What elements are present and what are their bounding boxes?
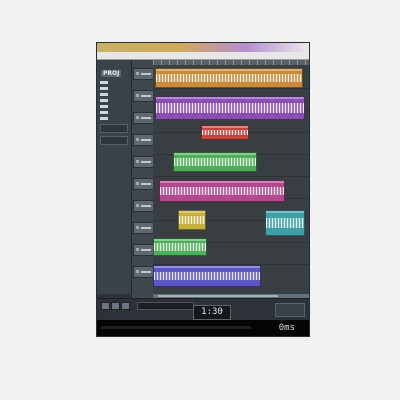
row-swatch: [100, 92, 108, 96]
inspector-panel: PROJ: [97, 60, 132, 294]
inspector-slot[interactable]: [100, 124, 128, 133]
inspector-list: [100, 79, 128, 121]
waveform: [156, 103, 304, 113]
status-text: 0ms: [278, 323, 295, 333]
clip-header: [156, 69, 302, 71]
track-header[interactable]: [133, 134, 154, 146]
status-progress: [101, 326, 251, 329]
track-header[interactable]: [133, 178, 154, 190]
track-volume[interactable]: [141, 271, 151, 273]
play-button[interactable]: [111, 302, 120, 310]
daw-window: PROJ 1:30 0ms: [96, 42, 310, 337]
record-icon[interactable]: [136, 204, 139, 207]
track-volume[interactable]: [141, 73, 151, 75]
lane-divider: [153, 88, 309, 89]
audio-clip[interactable]: [265, 210, 305, 236]
track-header[interactable]: [133, 222, 154, 234]
record-icon[interactable]: [136, 270, 139, 273]
waveform: [154, 243, 206, 251]
record-icon[interactable]: [136, 226, 139, 229]
audio-clip[interactable]: [155, 68, 303, 88]
clip-header: [174, 153, 256, 155]
track-header[interactable]: [133, 244, 154, 256]
audio-clip[interactable]: [173, 152, 257, 172]
timecode-display: 1:30: [193, 305, 231, 320]
transport-bar: 1:30: [97, 298, 309, 321]
record-icon[interactable]: [136, 94, 139, 97]
inspector-slot[interactable]: [100, 136, 128, 145]
rewind-button[interactable]: [101, 302, 110, 310]
menu-bar: [97, 52, 309, 67]
clip-header: [179, 211, 205, 213]
clip-header: [154, 239, 206, 241]
row-swatch: [100, 98, 108, 102]
waveform: [160, 186, 284, 196]
inspector-header: PROJ: [101, 70, 122, 77]
tempo-display[interactable]: [275, 303, 305, 317]
waveform: [154, 271, 260, 281]
track-list: [132, 60, 154, 294]
record-icon[interactable]: [136, 138, 139, 141]
waveform: [266, 217, 304, 229]
status-bar: 0ms: [97, 320, 309, 336]
scrollbar-thumb[interactable]: [158, 295, 278, 297]
inspector-row[interactable]: [100, 115, 128, 121]
waveform: [174, 158, 256, 166]
record-icon[interactable]: [136, 72, 139, 75]
track-header[interactable]: [133, 266, 154, 278]
audio-clip[interactable]: [153, 265, 261, 287]
clip-header: [266, 211, 304, 213]
lane-divider: [153, 176, 309, 177]
track-volume[interactable]: [141, 183, 151, 185]
row-swatch: [100, 116, 108, 120]
track-volume[interactable]: [141, 205, 151, 207]
clip-header: [156, 97, 304, 99]
track-volume[interactable]: [141, 249, 151, 251]
track-volume[interactable]: [141, 95, 151, 97]
audio-clip[interactable]: [178, 210, 206, 230]
record-icon[interactable]: [136, 182, 139, 185]
level-meter: [137, 302, 194, 310]
waveform: [156, 74, 302, 82]
audio-clip[interactable]: [153, 238, 207, 256]
track-header[interactable]: [133, 200, 154, 212]
row-swatch: [100, 80, 108, 84]
arrange-area[interactable]: [153, 60, 309, 294]
audio-clip[interactable]: [155, 96, 305, 120]
waveform: [179, 216, 205, 224]
record-icon[interactable]: [136, 160, 139, 163]
clip-header: [160, 181, 284, 183]
track-header[interactable]: [133, 112, 154, 124]
track-header[interactable]: [133, 90, 154, 102]
audio-clip[interactable]: [201, 125, 249, 140]
timeline-ruler[interactable]: [153, 60, 309, 65]
clip-header: [202, 126, 248, 128]
track-volume[interactable]: [141, 227, 151, 229]
track-volume[interactable]: [141, 161, 151, 163]
clip-header: [154, 266, 260, 268]
row-swatch: [100, 110, 108, 114]
window-title: [97, 44, 99, 50]
record-icon[interactable]: [136, 116, 139, 119]
record-button[interactable]: [121, 302, 130, 310]
track-volume[interactable]: [141, 139, 151, 141]
row-swatch: [100, 104, 108, 108]
audio-clip[interactable]: [159, 180, 285, 202]
track-header[interactable]: [133, 156, 154, 168]
track-header[interactable]: [133, 68, 154, 80]
title-bar: [97, 43, 309, 52]
record-icon[interactable]: [136, 248, 139, 251]
track-volume[interactable]: [141, 117, 151, 119]
row-swatch: [100, 86, 108, 90]
waveform: [202, 129, 248, 136]
